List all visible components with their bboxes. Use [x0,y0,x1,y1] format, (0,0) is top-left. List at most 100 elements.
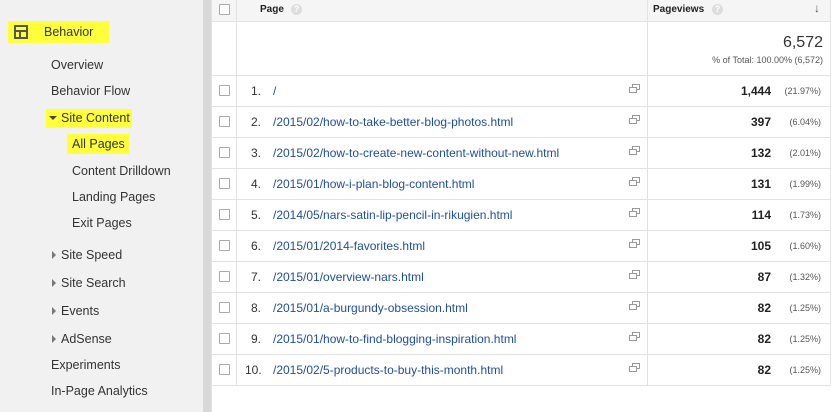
row-checkbox[interactable] [219,85,230,96]
table-row: 6. /2015/01/2014-favorites.html 105 (1.6… [211,230,831,261]
nav-landing-pages[interactable]: Landing Pages [72,187,155,207]
row-rank: 4. [251,177,262,191]
page-link[interactable]: /2015/01/a-burgundy-obsession.html [273,301,468,315]
row-pageviews: 82 [757,301,771,315]
open-page-icon[interactable] [629,239,640,248]
nav-site-search-label: Site Search [61,276,126,290]
nav-site-speed-label: Site Speed [61,248,123,262]
row-rank: 1. [251,84,262,98]
row-checkbox[interactable] [219,116,230,127]
row-pageviews-percent: (2.01%) [789,148,821,158]
nav-experiments-label: Experiments [51,358,121,372]
total-pageviews-subtext: % of Total: 100.00% (6,572) [712,55,823,65]
column-header-page[interactable]: Page [260,4,284,15]
open-page-icon[interactable] [629,332,640,341]
nav-experiments[interactable]: Experiments [51,355,120,375]
open-page-icon[interactable] [629,115,640,124]
open-page-icon[interactable] [629,146,640,155]
table-row: 5. /2014/05/nars-satin-lip-pencil-in-rik… [211,199,831,230]
column-header-pageviews[interactable]: Pageviews [653,4,704,15]
nav-events[interactable]: Events [52,301,99,321]
nav-adsense[interactable]: AdSense [52,329,112,349]
row-pageviews: 105 [750,239,771,253]
row-pageviews: 131 [750,177,771,191]
row-pageviews-percent: (1.25%) [789,303,821,313]
open-page-icon[interactable] [629,270,640,279]
nav-site-content[interactable]: Site Content [46,109,132,128]
open-page-icon[interactable] [629,363,640,372]
help-icon[interactable]: ? [291,4,302,15]
row-checkbox[interactable] [219,271,230,282]
row-rank: 7. [251,270,262,284]
table-row: 10. /2015/02/5-products-to-buy-this-mont… [211,354,831,385]
chevron-right-icon [52,279,56,287]
page-link[interactable]: /2015/02/how-to-take-better-blog-photos.… [273,115,513,129]
row-checkbox[interactable] [219,240,230,251]
nav-content-drilldown-label: Content Drilldown [72,164,171,178]
nav-landing-pages-label: Landing Pages [72,190,156,204]
pages-table: Page ? Pageviews ? ↓ 6,572 % of Total: 1… [211,0,831,412]
nav-all-pages[interactable]: All Pages [67,134,129,154]
page-link[interactable]: /2015/01/how-i-plan-blog-content.html [273,177,474,191]
row-checkbox[interactable] [219,147,230,158]
table-row: 4. /2015/01/how-i-plan-blog-content.html… [211,168,831,199]
row-checkbox[interactable] [219,209,230,220]
table-row: 9. /2015/01/how-to-find-blogging-inspira… [211,323,831,354]
nav-overview-label: Overview [51,58,104,72]
row-pageviews: 82 [757,332,771,346]
help-icon[interactable]: ? [712,4,723,15]
chevron-right-icon [52,251,56,259]
nav-site-speed[interactable]: Site Speed [52,245,122,265]
page-link[interactable]: /2015/01/2014-favorites.html [273,239,425,253]
nav-site-search[interactable]: Site Search [52,273,126,293]
page-link[interactable]: /2015/01/how-to-find-blogging-inspiratio… [273,332,516,346]
row-pageviews: 82 [757,363,771,377]
page-link[interactable]: /2014/05/nars-satin-lip-pencil-in-rikugi… [273,208,512,222]
page-link[interactable]: /2015/01/overview-nars.html [273,270,424,284]
table-row: 1. / 1,444 (21.97%) [211,75,831,106]
row-pageviews-percent: (21.97%) [784,86,821,96]
open-page-icon[interactable] [629,301,640,310]
open-page-icon[interactable] [629,177,640,186]
nav-site-content-label: Site Content [61,111,130,125]
open-page-icon[interactable] [629,84,640,93]
select-all-checkbox[interactable] [219,4,230,15]
behavior-icon [14,25,28,39]
chevron-right-icon [52,307,56,315]
nav-overview[interactable]: Overview [51,55,103,75]
nav-adsense-label: AdSense [61,332,112,346]
nav-events-label: Events [61,304,100,318]
nav-behavior[interactable]: Behavior [8,21,109,43]
nav-in-page-analytics-label: In-Page Analytics [51,384,148,398]
table-row: 7. /2015/01/overview-nars.html 87 (1.32%… [211,261,831,292]
nav-exit-pages-label: Exit Pages [72,216,132,230]
row-rank: 8. [251,301,262,315]
nav-exit-pages[interactable]: Exit Pages [72,213,132,233]
table-row: 8. /2015/01/a-burgundy-obsession.html 82… [211,292,831,323]
row-rank: 10. [245,363,262,377]
nav-behavior-label: Behavior [44,25,94,39]
row-pageviews-percent: (1.99%) [789,179,821,189]
nav-in-page-analytics[interactable]: In-Page Analytics [51,381,148,401]
row-checkbox[interactable] [219,364,230,375]
sidebar-nav: Behavior Overview Behavior Flow Site Con… [0,0,203,412]
page-link[interactable]: / [273,84,276,98]
nav-all-pages-label: All Pages [72,137,125,151]
row-checkbox[interactable] [219,178,230,189]
chevron-right-icon [52,335,56,343]
chevron-down-icon [49,116,57,120]
row-pageviews-percent: (1.32%) [789,272,821,282]
sort-descending-icon[interactable]: ↓ [814,1,820,15]
row-rank: 2. [251,115,262,129]
page-link[interactable]: /2015/02/5-products-to-buy-this-month.ht… [273,363,503,377]
nav-behavior-flow[interactable]: Behavior Flow [51,81,130,101]
row-pageviews: 114 [751,208,771,222]
row-pageviews-percent: (1.25%) [789,334,821,344]
nav-content-drilldown[interactable]: Content Drilldown [72,161,171,181]
row-checkbox[interactable] [219,333,230,344]
row-checkbox[interactable] [219,302,230,313]
open-page-icon[interactable] [629,208,640,217]
row-pageviews-percent: (1.60%) [789,241,821,251]
table-row: 3. /2015/02/how-to-create-new-content-wi… [211,137,831,168]
page-link[interactable]: /2015/02/how-to-create-new-content-witho… [273,146,559,160]
